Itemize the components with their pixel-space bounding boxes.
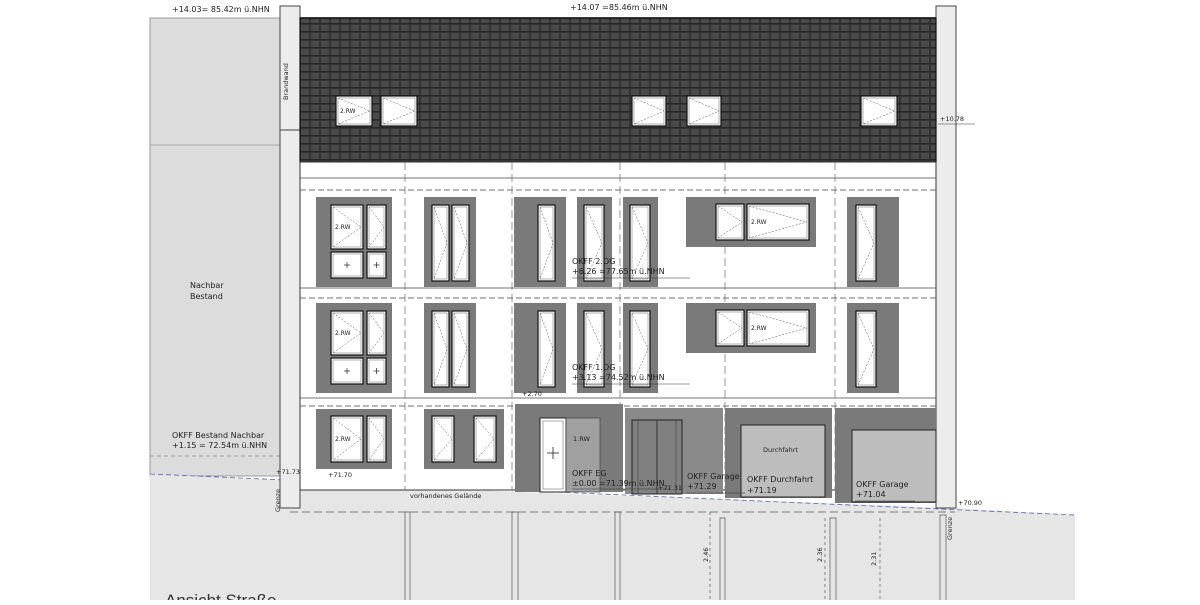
grenze-right: Grenze — [946, 517, 954, 540]
neighbor-label-1: Nachbar — [190, 281, 224, 290]
window: 2.RW — [746, 309, 810, 347]
level-durchfahrt-label: OKFF Durchfahrt — [747, 475, 813, 484]
ground-level-right: +70.90 — [958, 499, 982, 507]
window — [366, 251, 387, 279]
window — [431, 415, 455, 463]
window — [366, 310, 387, 356]
level-garage2-label: OKFF Garage — [856, 480, 909, 489]
window-tag-2rw: 2.RW — [335, 436, 351, 443]
window — [366, 357, 387, 385]
window: 2.RW — [330, 415, 364, 463]
window — [366, 415, 387, 463]
terrain-label: vorhandenes Gelände — [410, 492, 481, 500]
neighbor-label-2: Bestand — [190, 292, 223, 301]
level-step: +2.70 — [522, 390, 542, 398]
window — [715, 203, 745, 241]
window — [715, 309, 745, 347]
level-garage1-label: OKFF Garage — [687, 472, 740, 481]
window — [366, 204, 387, 250]
level-eg-label: OKFF EG — [572, 469, 607, 478]
grenze-left: Grenze — [274, 489, 282, 512]
window — [631, 95, 667, 127]
window — [431, 310, 450, 388]
window-tag-2rw: 2.RW — [335, 330, 351, 337]
fire-wall-right — [935, 5, 957, 509]
level-durchfahrt-value: +71.19 — [747, 486, 777, 495]
window: 2.RW — [746, 203, 810, 241]
dim-2: 2.36 — [816, 548, 824, 562]
window — [380, 95, 418, 127]
window — [537, 204, 556, 282]
window — [451, 310, 470, 388]
level-neighbor-label: OKFF Bestand Nachbar — [172, 431, 265, 440]
window — [473, 415, 497, 463]
level-top-center: +14.07 =85.46m ü.NHN — [570, 3, 668, 12]
brandwand-label: Brandwand — [282, 63, 290, 100]
window — [855, 310, 877, 388]
level-og1-value: +3.13 =74.52m ü.NHN — [572, 373, 665, 382]
level-garage1-value: +71.29 — [687, 482, 717, 491]
drawing-title: Ansicht Straße — [165, 591, 277, 600]
window — [451, 204, 470, 282]
ground-level-left-2: +71.70 — [328, 471, 352, 479]
level-garage2-value: +71.04 — [856, 490, 886, 499]
level-og2-label: OKFF 2.OG — [572, 257, 615, 266]
window: 2.RW — [335, 95, 373, 127]
facade-drawing: 2.RW 2.RW 2.RW 2.RW 2.RW 2.RW +14.03= 85.42m … — [0, 0, 1200, 605]
window: 2.RW — [330, 310, 364, 356]
window — [537, 310, 556, 388]
level-og2-value: +6.26 =77.65m ü.NHN — [572, 267, 665, 276]
neighbor-building — [149, 17, 281, 477]
window — [860, 95, 898, 127]
ground-level-left-1: +71.73 — [276, 468, 300, 476]
window-tag-2rw: 2.RW — [335, 224, 351, 231]
level-eg-value: ±0.00 =71.39m ü.NHN — [572, 479, 665, 488]
window-tag-2rw: 2.RW — [340, 108, 356, 115]
dim-1: 2.46 — [702, 548, 710, 562]
dim-3: 2.31 — [870, 552, 878, 566]
level-neighbor-value: +1.15 = 72.54m ü.NHN — [172, 441, 267, 450]
window — [330, 357, 364, 385]
tag-1rw: 1.RW — [573, 435, 590, 443]
window: 2.RW — [330, 204, 364, 250]
window — [431, 204, 450, 282]
tag-durchfahrt: Durchfahrt — [763, 446, 798, 454]
window-tag-2rw: 2.RW — [751, 219, 767, 226]
level-og1-label: OKFF 1.OG — [572, 363, 615, 372]
window — [686, 95, 722, 127]
roof — [299, 17, 937, 163]
window-tag-2rw: 2.RW — [751, 325, 767, 332]
level-top-left: +14.03= 85.42m ü.NHN — [172, 5, 270, 14]
ground-level-mid: +71.31 — [658, 484, 682, 492]
level-eave: +10.78 — [940, 115, 964, 123]
window — [855, 204, 877, 282]
window — [330, 251, 364, 279]
